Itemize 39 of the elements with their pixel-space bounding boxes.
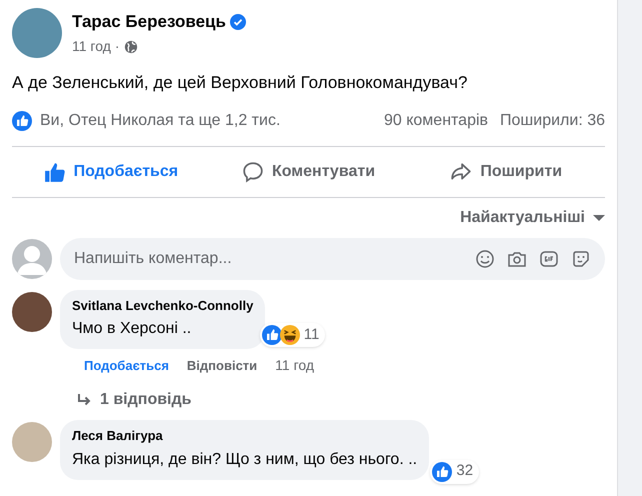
avatar-photo	[12, 422, 52, 462]
commenter-name[interactable]: Svitlana Levchenko-Connolly	[72, 296, 254, 315]
speech-bubble-icon	[242, 160, 264, 182]
shares-count[interactable]: Поширили: 36	[500, 108, 605, 132]
avatar-photo	[12, 8, 62, 58]
sticker-icon[interactable]	[571, 248, 591, 268]
comments-count[interactable]: 90 коментарів	[384, 108, 488, 132]
reaction-badge[interactable]: 32	[430, 460, 480, 484]
like-button[interactable]: Подобається	[12, 152, 210, 192]
like-icon	[432, 462, 452, 482]
thumbs-up-icon	[44, 160, 66, 182]
comment-button[interactable]: Коментувати	[210, 152, 408, 192]
like-icon	[12, 110, 32, 130]
author-name[interactable]: Тарас Березовець	[72, 8, 226, 34]
smiley-icon[interactable]	[475, 248, 495, 268]
gif-icon[interactable]	[539, 248, 559, 268]
post-time[interactable]: 11 год	[72, 36, 111, 58]
like-icon	[262, 325, 282, 345]
reply-link[interactable]: Відповісти	[186, 356, 258, 376]
caret-icon	[593, 214, 605, 222]
globe-icon	[124, 40, 138, 54]
like-link[interactable]: Подобається	[84, 356, 169, 376]
avatar-photo	[12, 292, 52, 332]
comment-time[interactable]: 11 год	[275, 355, 314, 376]
comment-text: Чмо в Херсоні ..	[72, 319, 192, 339]
separator-dot: ·	[114, 37, 120, 56]
share-button[interactable]: Поширити	[407, 152, 606, 192]
commenter-name[interactable]: Леся Валігура	[72, 426, 418, 446]
reply-arrow-icon	[76, 392, 92, 408]
sort-dropdown[interactable]: Найактуальніші	[460, 206, 605, 230]
reactions-summary[interactable]: Ви, Отец Николая та ще 1,2 тис.	[40, 108, 280, 132]
user-avatar-icon	[12, 238, 52, 278]
view-replies-link[interactable]: 1 відповідь	[76, 388, 314, 412]
share-arrow-icon	[450, 160, 472, 182]
comment-text: Яка різниця, де він? Що з ним, що без нього. ..	[72, 450, 418, 470]
post-text: А де Зеленський, де цей Верховний Головнокомандувач?	[12, 72, 468, 94]
reaction-badge[interactable]: 11	[260, 323, 326, 347]
laughing-emoji-icon	[280, 325, 300, 345]
comment-input[interactable]: Напишіть коментар...	[60, 238, 605, 280]
